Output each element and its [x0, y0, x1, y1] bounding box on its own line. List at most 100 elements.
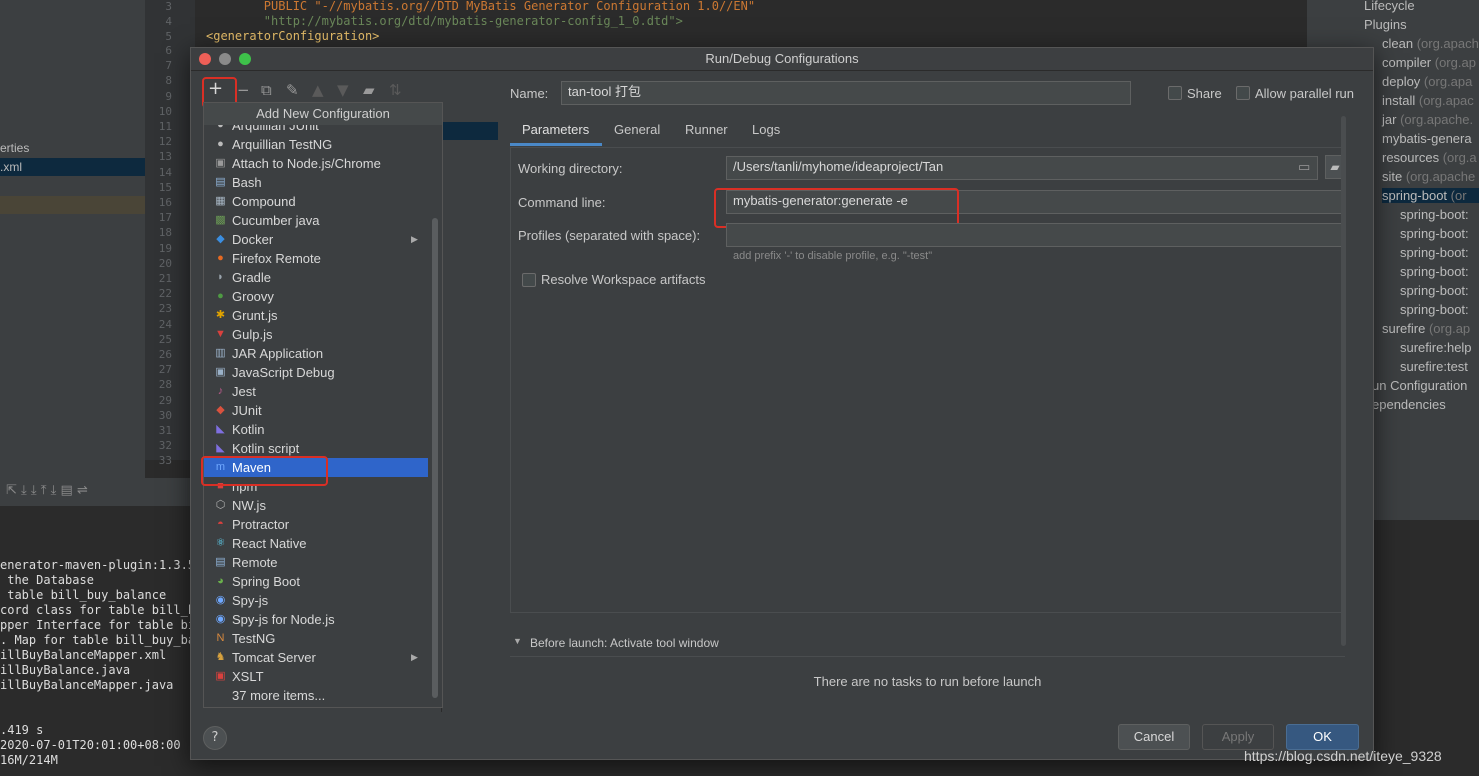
copy-configuration-icon[interactable]: ⧉ [261, 81, 272, 99]
config-tree [441, 102, 498, 712]
maven-tree-item[interactable]: install (org.apac [1382, 93, 1474, 108]
code-line: <generatorConfiguration> [206, 29, 380, 43]
maven-tree-item[interactable]: spring-boot: [1400, 264, 1469, 279]
maven-tree-item[interactable]: un Configuration [1372, 378, 1467, 393]
console-line: the Database [0, 573, 94, 587]
popup-item-label: XSLT [232, 669, 264, 684]
popup-item[interactable]: ♪ Jest [204, 382, 428, 401]
wrench-icon[interactable]: ✎ [286, 81, 299, 99]
project-item[interactable]: erties [0, 141, 29, 155]
working-dir-input[interactable]: /Users/tanli/myhome/ideaproject/Tan [726, 156, 1318, 180]
move-down-icon[interactable]: ▼ [337, 81, 349, 99]
popup-item[interactable]: ⚛ React Native [204, 534, 428, 553]
popup-item[interactable]: ▼ Gulp.js [204, 325, 428, 344]
line-number: 27 [158, 363, 172, 377]
maven-tree-item[interactable]: ependencies [1372, 397, 1446, 412]
popup-item[interactable]: ▥ JAR Application [204, 344, 428, 363]
folder-icon[interactable]: ▰ [363, 81, 375, 99]
maven-tree-item[interactable]: spring-boot: [1400, 207, 1469, 222]
collapse-arrow-icon[interactable]: ▼ [513, 636, 522, 646]
parallel-run-checkbox[interactable] [1236, 86, 1250, 100]
popup-item[interactable]: ◆ Docker ▶ [204, 230, 428, 249]
move-up-icon[interactable]: ▲ [312, 81, 324, 99]
line-number: 21 [158, 272, 172, 285]
maven-tree-item[interactable]: spring-boot: [1400, 302, 1469, 317]
maven-tree-item[interactable]: jar (org.apache. [1382, 112, 1473, 127]
popup-item-label: Jest [232, 384, 256, 399]
popup-item[interactable]: 37 more items... [204, 686, 428, 705]
popup-item[interactable]: ▤ Remote [204, 553, 428, 572]
project-item[interactable]: .xml [0, 160, 22, 174]
browse-folder-icon[interactable]: ▭ [1298, 160, 1310, 175]
remove-configuration-icon[interactable]: − [237, 81, 250, 99]
maven-tree-item[interactable]: surefire:test [1400, 359, 1468, 374]
profiles-label: Profiles (separated with space): [518, 228, 701, 243]
popup-item[interactable]: ▣ JavaScript Debug [204, 363, 428, 382]
popup-item[interactable]: ● Firefox Remote [204, 249, 428, 268]
console-toolbar-icons[interactable]: ⇱ ⤓ ⤓ ⤒ ⤓ ▤ ⇌ [6, 483, 88, 498]
popup-item-label: JavaScript Debug [232, 365, 335, 380]
tree-selected-row[interactable] [442, 122, 498, 140]
maven-tree-item[interactable]: spring-boot: [1400, 226, 1469, 241]
popup-item[interactable]: ◆ JUnit [204, 401, 428, 420]
popup-item[interactable]: ◗ Gradle [204, 268, 428, 287]
share-checkbox[interactable] [1168, 86, 1182, 100]
maven-tree-item[interactable]: spring-boot: [1400, 283, 1469, 298]
tab-parameters[interactable]: Parameters [522, 122, 589, 137]
popup-item[interactable]: ✱ Grunt.js [204, 306, 428, 325]
jar-icon: ▥ [215, 347, 226, 359]
line-number: 13 [158, 150, 172, 164]
remote-icon: ▤ [215, 556, 226, 568]
sort-icon[interactable]: ⇅ [389, 81, 402, 99]
maven-tree-item[interactable]: surefire (org.ap [1382, 321, 1470, 336]
name-input[interactable]: tan-tool 打包 [561, 81, 1131, 105]
popup-item-label: Cucumber java [232, 213, 320, 228]
maven-tree-item[interactable]: spring-boot (or [1382, 188, 1479, 203]
maven-tree-item[interactable]: resources (org.a [1382, 150, 1477, 165]
popup-item[interactable]: ▣ Attach to Node.js/Chrome [204, 154, 428, 173]
maven-tree-item[interactable]: Plugins [1364, 17, 1407, 32]
tab-logs[interactable]: Logs [752, 122, 780, 137]
line-number: 26 [158, 348, 172, 361]
maven-tree-item[interactable]: deploy (org.apa [1382, 74, 1472, 89]
maven-tree-item[interactable]: spring-boot: [1400, 245, 1469, 260]
popup-item[interactable]: N TestNG [204, 629, 428, 648]
maven-tree-item[interactable]: site (org.apache [1382, 169, 1475, 184]
cancel-button[interactable]: Cancel [1118, 724, 1190, 750]
popup-scrollbar[interactable] [432, 218, 438, 698]
popup-item[interactable]: ● Groovy [204, 287, 428, 306]
popup-item[interactable]: ♞ Tomcat Server ▶ [204, 648, 428, 667]
console-line: .419 s [0, 723, 44, 737]
maven-tree-item[interactable]: surefire:help [1400, 340, 1472, 355]
maven-tree-item[interactable]: clean (org.apach [1382, 36, 1479, 51]
ok-button[interactable]: OK [1286, 724, 1359, 750]
panel-scrollbar[interactable] [1341, 116, 1346, 646]
popup-item[interactable]: ● Arquillian TestNG [204, 135, 428, 154]
highlight-maven-item [201, 456, 328, 486]
popup-item[interactable]: ▩ Cucumber java [204, 211, 428, 230]
popup-item-label: NW.js [232, 498, 266, 513]
maven-tree-item[interactable]: mybatis-genera [1382, 131, 1472, 146]
grunt-icon: ✱ [215, 309, 226, 321]
maven-tree-item[interactable]: compiler (org.ap [1382, 55, 1476, 70]
help-button[interactable]: ? [203, 726, 227, 750]
popup-item[interactable]: ◉ Spy-js [204, 591, 428, 610]
apply-button[interactable]: Apply [1202, 724, 1274, 750]
popup-item[interactable]: ◣ Kotlin [204, 420, 428, 439]
tab-runner[interactable]: Runner [685, 122, 728, 137]
profiles-input[interactable] [726, 223, 1346, 247]
popup-item[interactable]: ◓ Protractor [204, 515, 428, 534]
resolve-workspace-label: Resolve Workspace artifacts [541, 272, 706, 287]
line-number: 29 [158, 393, 172, 407]
popup-item[interactable]: ▤ Bash [204, 173, 428, 192]
resolve-workspace-checkbox[interactable] [522, 273, 536, 287]
maven-tree-item[interactable]: Lifecycle [1364, 0, 1415, 13]
popup-item[interactable]: ◕ Spring Boot [204, 572, 428, 591]
popup-item[interactable]: ▣ XSLT [204, 667, 428, 686]
tab-general[interactable]: General [614, 122, 660, 137]
popup-item[interactable]: ▦ Compound [204, 192, 428, 211]
popup-item[interactable]: ◉ Spy-js for Node.js [204, 610, 428, 629]
dialog-title: Run/Debug Configurations [705, 51, 859, 66]
popup-item[interactable]: ⬡ NW.js [204, 496, 428, 515]
before-launch-label[interactable]: Before launch: Activate tool window [530, 636, 719, 650]
